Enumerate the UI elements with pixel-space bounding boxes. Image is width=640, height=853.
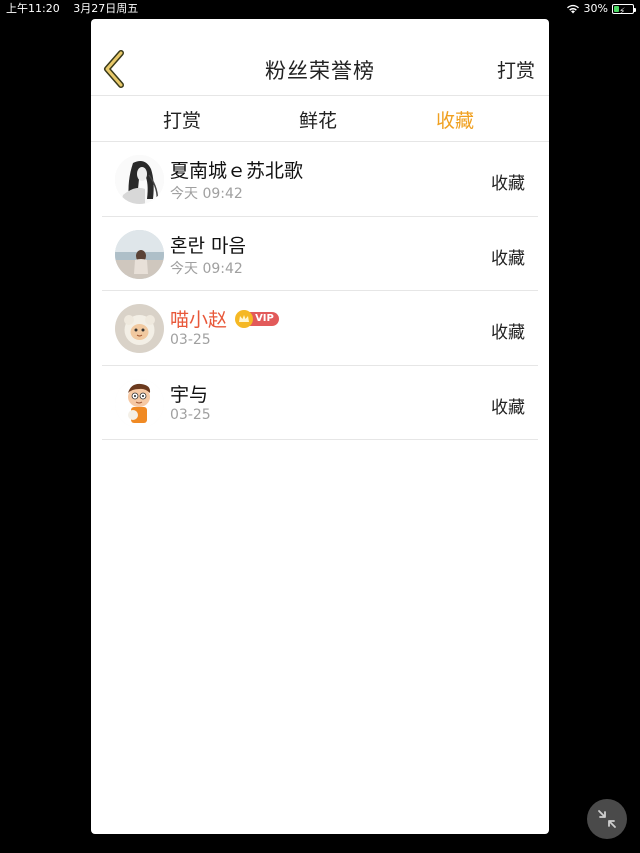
collapse-button[interactable] xyxy=(587,799,627,839)
cartoon-sheep-avatar xyxy=(115,304,164,353)
battery-percent: 30% xyxy=(583,2,608,15)
beach-girl-avatar xyxy=(115,229,164,279)
battery-charging-icon: ⚡ xyxy=(612,4,636,17)
avatar[interactable] xyxy=(115,304,164,353)
favorite-label: 收藏 xyxy=(491,397,525,418)
timestamp: 03-25 xyxy=(170,406,211,423)
page-title: 粉丝荣誉榜 xyxy=(265,59,375,83)
user-name: 夏南城ｅ苏北歌 xyxy=(170,160,304,182)
fan-ranking-panel: 粉丝荣誉榜 打赏 打赏 鲜花 收藏 夏南城ｅ苏北歌 今天 09:42 收藏 혼란… xyxy=(91,19,549,834)
favorite-label: 收藏 xyxy=(491,248,525,269)
list-item[interactable]: 夏南城ｅ苏北歌 今天 09:42 收藏 xyxy=(102,142,538,217)
tip-button[interactable]: 打赏 xyxy=(497,56,535,83)
tab-flowers[interactable]: 鲜花 xyxy=(299,106,337,133)
avatar[interactable] xyxy=(115,229,164,279)
status-date: 3月27日周五 xyxy=(73,2,139,15)
avatar[interactable] xyxy=(115,378,164,428)
avatar[interactable] xyxy=(115,155,164,204)
wifi-icon xyxy=(566,4,579,14)
user-name: 혼란 마음 xyxy=(170,234,246,257)
favorite-label: 收藏 xyxy=(491,174,525,194)
tab-favorites[interactable]: 收藏 xyxy=(436,106,474,133)
crown-icon xyxy=(235,309,254,328)
timestamp: 03-25 xyxy=(170,332,211,348)
favorite-label: 收藏 xyxy=(491,323,525,343)
cartoon-boy-avatar xyxy=(115,378,164,428)
user-name-text: 喵小赵 xyxy=(170,309,228,331)
list-item[interactable]: 宇与 03-25 收藏 xyxy=(102,366,538,440)
list-item[interactable]: 喵小赵 VIP 03-25 收藏 xyxy=(102,291,538,366)
tab-bar: 打赏 鲜花 收藏 xyxy=(91,96,549,142)
list-item[interactable]: 혼란 마음 今天 09:42 收藏 xyxy=(102,217,538,291)
status-bar: 上午11:20 3月27日周五 30% ⚡ xyxy=(0,0,640,18)
fan-list: 夏南城ｅ苏北歌 今天 09:42 收藏 혼란 마음 今天 09:42 收藏 喵小… xyxy=(91,142,549,440)
user-name: 喵小赵 VIP xyxy=(170,305,279,332)
tab-tip[interactable]: 打赏 xyxy=(163,106,201,133)
status-time: 上午11:20 xyxy=(6,2,60,15)
timestamp: 今天 09:42 xyxy=(170,260,243,277)
timestamp: 今天 09:42 xyxy=(170,186,243,202)
sketch-girl-avatar xyxy=(115,155,164,204)
nav-bar: 粉丝荣誉榜 打赏 xyxy=(91,19,549,96)
vip-badge: VIP xyxy=(235,309,279,328)
collapse-arrows-icon xyxy=(598,810,616,828)
user-name: 宇与 xyxy=(170,383,209,406)
